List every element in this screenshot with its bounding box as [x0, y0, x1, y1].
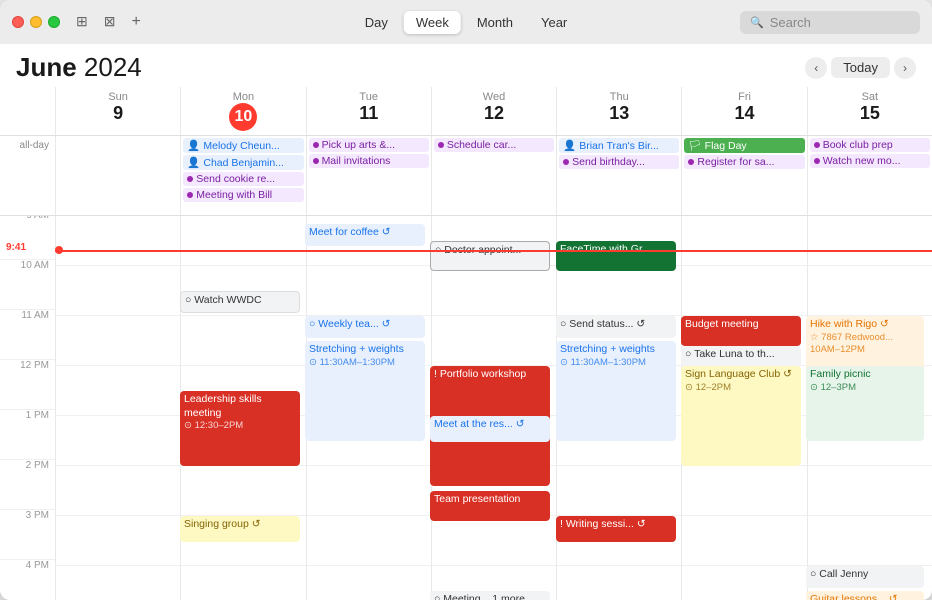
allday-event-flag-day[interactable]: 🏳 Flag Day: [684, 138, 804, 153]
time-grid[interactable]: 9 AM 10 AM: [0, 216, 932, 600]
event-watch-wwdc[interactable]: ○ Watch WWDC: [180, 291, 300, 313]
allday-event[interactable]: 👤 Brian Tran's Bir...: [559, 138, 679, 153]
sun-9am: [55, 216, 180, 266]
allday-sun: [55, 136, 180, 215]
allday-event[interactable]: Register for sa...: [684, 155, 804, 169]
day-view-btn[interactable]: Day: [353, 11, 400, 34]
event-team-presentation[interactable]: Team presentation: [430, 491, 550, 521]
allday-event[interactable]: Send birthday...: [559, 155, 679, 169]
titlebar-right: 🔍 Search: [740, 11, 920, 34]
event-facetime[interactable]: FaceTime with Gr...: [556, 241, 676, 271]
window-icons: ⊞ ⊠ +: [76, 13, 141, 31]
event-doctor-appt[interactable]: ○ Doctor appoint...: [430, 241, 550, 271]
person-icon: 👤: [187, 156, 200, 169]
event-budget-meeting[interactable]: Budget meeting: [681, 316, 801, 346]
close-button[interactable]: [12, 16, 24, 28]
event-family-picnic[interactable]: Family picnic ⊙ 12–3PM: [806, 366, 924, 441]
allday-event[interactable]: Send cookie re...: [183, 172, 303, 186]
allday-section: all-day 👤 Melody Cheun... 👤 Chad Benjami…: [0, 136, 932, 216]
traffic-lights: [12, 16, 60, 28]
allday-event-meeting-bill[interactable]: Meeting with Bill: [183, 188, 303, 202]
search-box[interactable]: 🔍 Search: [740, 11, 920, 34]
sidebar-icon[interactable]: ⊞: [76, 13, 88, 31]
person-icon: 👤: [187, 139, 200, 152]
event-meet-for-coffee[interactable]: Meet for coffee ↺: [305, 224, 425, 246]
allday-thu: 👤 Brian Tran's Bir... Send birthday...: [556, 136, 681, 215]
event-meeting-more[interactable]: ○ Meeting... 1 more: [430, 591, 550, 600]
year-view-btn[interactable]: Year: [529, 11, 579, 34]
time-3pm: 3 PM: [0, 510, 55, 560]
search-icon: 🔍: [750, 16, 764, 29]
day-header-sun: Sun 9: [55, 87, 180, 135]
titlebar: ⊞ ⊠ + Day Week Month Year 🔍 Search: [0, 0, 932, 44]
current-time-label: 9:41: [6, 242, 26, 253]
event-writing-session[interactable]: ! Writing sessi... ↺: [556, 516, 676, 542]
fri-9am: [681, 216, 806, 266]
time-gutter-header: [0, 87, 55, 135]
allday-event-pickup-arts[interactable]: Pick up arts &...: [309, 138, 429, 152]
allday-event[interactable]: Schedule car...: [434, 138, 554, 152]
time-11am: 11 AM: [0, 310, 55, 360]
event-singing-group[interactable]: Singing group ↺: [180, 516, 300, 542]
allday-event[interactable]: 👤 Melody Cheun...: [183, 138, 303, 153]
allday-fri: 🏳 Flag Day Register for sa...: [681, 136, 806, 215]
allday-event[interactable]: 👤 Chad Benjamin...: [183, 155, 303, 170]
time-4pm: 4 PM: [0, 560, 55, 600]
time-2pm: 2 PM: [0, 460, 55, 510]
today-btn[interactable]: Today: [831, 57, 890, 78]
month-view-btn[interactable]: Month: [465, 11, 525, 34]
event-stretching-thu[interactable]: Stretching + weights ⊙ 11:30AM–1:30PM: [556, 341, 676, 441]
event-meet-at-res[interactable]: Meet at the res... ↺: [430, 416, 550, 442]
day-header-thu: Thu 13: [556, 87, 681, 135]
calendar-navigation: ‹ Today ›: [805, 57, 916, 79]
calendar-header: June 2024 ‹ Today ›: [0, 44, 932, 87]
search-label: Search: [770, 15, 811, 30]
minimize-button[interactable]: [30, 16, 42, 28]
time-12pm: 12 PM: [0, 360, 55, 410]
allday-event-book-club[interactable]: Book club prep: [810, 138, 930, 152]
event-take-luna[interactable]: ○ Take Luna to th...: [681, 346, 801, 368]
event-weekly-tea[interactable]: ○ Weekly tea... ↺: [305, 316, 425, 338]
day-header-tue: Tue 11: [306, 87, 431, 135]
allday-sat: Book club prep Watch new mo...: [807, 136, 932, 215]
day-header-fri: Fri 14: [681, 87, 806, 135]
add-icon[interactable]: +: [131, 13, 140, 31]
person-icon: 👤: [563, 139, 576, 152]
allday-mon: 👤 Melody Cheun... 👤 Chad Benjamin... Sen…: [180, 136, 305, 215]
day-header-mon: Mon 10: [180, 87, 305, 135]
time-9am: 9 AM: [0, 216, 55, 260]
event-guitar-lessons[interactable]: Guitar lessons... ↺: [806, 591, 924, 600]
week-view-btn[interactable]: Week: [404, 11, 461, 34]
current-time-dot: [55, 246, 63, 254]
inbox-icon[interactable]: ⊠: [104, 13, 116, 31]
allday-tue: Pick up arts &... Mail invitations: [306, 136, 431, 215]
allday-wed: Schedule car...: [431, 136, 556, 215]
mon-9am: [180, 216, 305, 266]
event-call-jenny[interactable]: ○ Call Jenny: [806, 566, 924, 588]
time-1pm: 1 PM: [0, 410, 55, 460]
allday-event[interactable]: Watch new mo...: [810, 154, 930, 168]
prev-btn[interactable]: ‹: [805, 57, 827, 79]
day-header-sat: Sat 15: [807, 87, 932, 135]
event-send-status[interactable]: ○ Send status... ↺: [556, 316, 676, 338]
day-header-wed: Wed 12: [431, 87, 556, 135]
calendar-window: ⊞ ⊠ + Day Week Month Year 🔍 Search June …: [0, 0, 932, 600]
fullscreen-button[interactable]: [48, 16, 60, 28]
event-leadership[interactable]: Leadership skills meeting ⊙ 12:30–2PM: [180, 391, 300, 466]
day-headers: Sun 9 Mon 10 Tue 11 Wed 12 Thu 13: [0, 87, 932, 136]
calendar-grid: Sun 9 Mon 10 Tue 11 Wed 12 Thu 13: [0, 87, 932, 600]
current-time-line: [55, 250, 932, 252]
time-10am: 10 AM: [0, 260, 55, 310]
allday-event[interactable]: Mail invitations: [309, 154, 429, 168]
event-stretching-tue[interactable]: Stretching + weights ⊙ 11:30AM–1:30PM: [305, 341, 425, 441]
allday-label: all-day: [0, 136, 55, 215]
next-btn[interactable]: ›: [894, 57, 916, 79]
event-sign-language[interactable]: Sign Language Club ↺ ⊙ 12–2PM: [681, 366, 801, 466]
view-switcher: Day Week Month Year: [353, 11, 580, 34]
sat-9am: [807, 216, 932, 266]
month-year-title: June 2024: [16, 52, 142, 83]
